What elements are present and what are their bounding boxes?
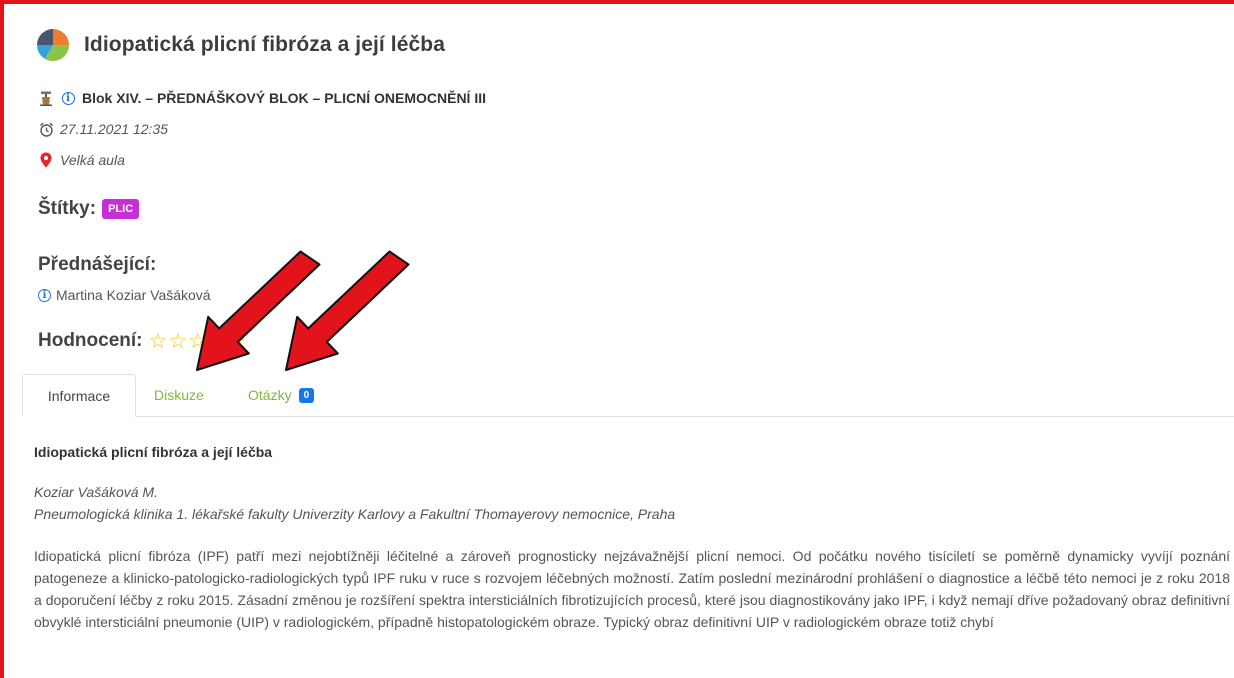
star-outline-icon[interactable]: ☆ bbox=[149, 330, 168, 352]
article-author: Koziar Vašáková M. bbox=[34, 484, 158, 500]
page-title: Idiopatická plicní fibróza a její léčba bbox=[84, 33, 446, 56]
article-affiliation: Pneumologická klinika 1. lékařské fakult… bbox=[34, 506, 676, 522]
article-heading: Idiopatická plicní fibróza a její léčba bbox=[34, 444, 273, 460]
datetime-value: 27.11.2021 12:35 bbox=[60, 121, 168, 137]
rating-label: Hodnocení: bbox=[38, 330, 143, 351]
podium-icon bbox=[38, 90, 54, 106]
tab-diskuze[interactable]: Diskuze bbox=[154, 374, 204, 416]
questions-count-badge: 0 bbox=[298, 387, 315, 403]
place-info: Velká aula bbox=[38, 152, 125, 168]
article-content: Idiopatická plicní fibróza a její léčba … bbox=[34, 444, 1230, 633]
alarm-clock-icon bbox=[38, 121, 54, 137]
article-body: Idiopatická plicní fibróza (IPF) patří m… bbox=[34, 548, 1230, 630]
pie-chart-icon bbox=[36, 29, 70, 62]
tab-label: Diskuze bbox=[154, 387, 204, 403]
place-value: Velká aula bbox=[60, 152, 125, 168]
info-icon[interactable]: i bbox=[60, 90, 76, 106]
rating-section: Hodnocení: ☆ ☆ ☆ ☆ ☆ bbox=[38, 330, 248, 352]
info-icon: i bbox=[38, 288, 51, 302]
tab-label: Otázky bbox=[248, 387, 292, 403]
star-outline-icon[interactable]: ☆ bbox=[228, 330, 247, 352]
star-outline-icon[interactable]: ☆ bbox=[208, 330, 227, 352]
star-outline-icon[interactable]: ☆ bbox=[168, 330, 187, 352]
tab-bar: Informace Diskuze Otázky 0 bbox=[22, 374, 1234, 417]
tab-informace[interactable]: Informace bbox=[22, 374, 136, 417]
tag-badge[interactable]: PLIC bbox=[102, 199, 140, 219]
block-name: Blok XIV. – PŘEDNÁŠKOVÝ BLOK – PLICNÍ ON… bbox=[82, 90, 486, 106]
tab-label: Informace bbox=[47, 387, 111, 404]
map-marker-icon bbox=[38, 152, 54, 168]
tab-otazky[interactable]: Otázky 0 bbox=[248, 374, 315, 416]
star-outline-icon[interactable]: ☆ bbox=[188, 330, 207, 352]
lecturers-label: Přednášející: bbox=[38, 254, 157, 275]
block-info: i Blok XIV. – PŘEDNÁŠKOVÝ BLOK – PLICNÍ … bbox=[38, 90, 486, 106]
datetime-info: 27.11.2021 12:35 bbox=[38, 121, 168, 137]
lecturer-item[interactable]: i Martina Koziar Vašáková bbox=[38, 287, 211, 303]
lecturer-name: Martina Koziar Vašáková bbox=[56, 287, 211, 303]
tags-section: Štítky: PLIC bbox=[38, 198, 140, 220]
title-row: Idiopatická plicní fibróza a její léčba bbox=[36, 28, 445, 62]
tags-label: Štítky: bbox=[38, 198, 97, 219]
star-rating[interactable]: ☆ ☆ ☆ ☆ ☆ bbox=[149, 330, 248, 352]
